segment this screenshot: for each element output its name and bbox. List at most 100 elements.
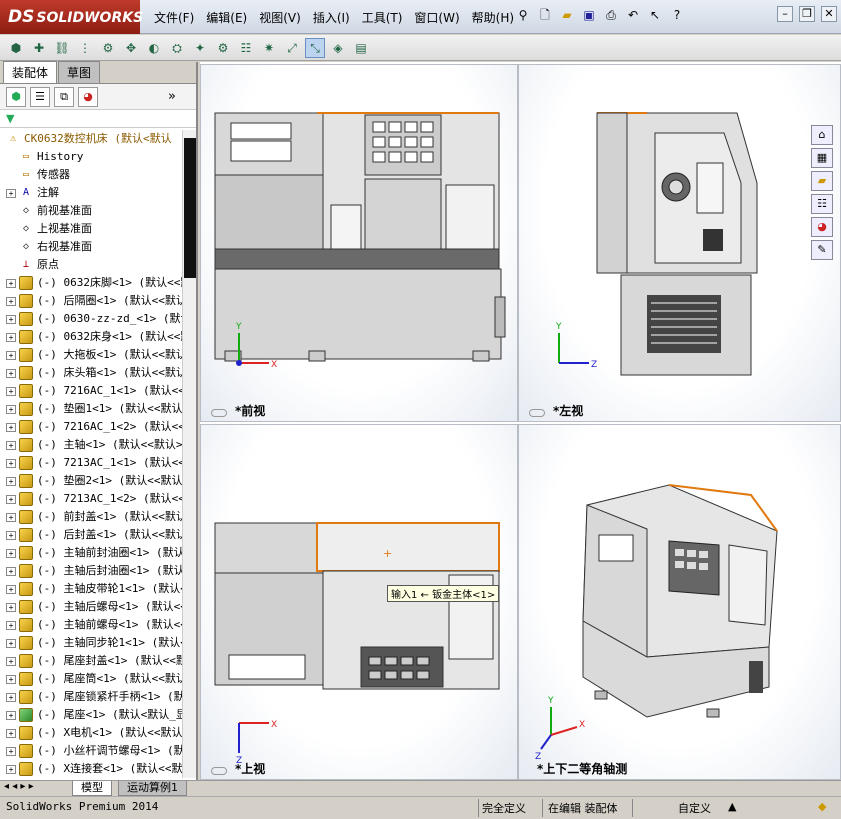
rebuild-icon[interactable]: ◆ [818,800,826,813]
graphics-area[interactable]: ⌕ ⊕ ↺ ▥ ◩ ◼ ∞ ● ⛰ ▭ ⧈ ⧉ ▁ ❐ ✕ [200,62,841,780]
expand-icon[interactable]: + [6,746,16,756]
home-icon[interactable]: ⌂ [811,125,833,145]
expand-icon[interactable]: + [6,386,16,396]
scrollbar-thumb[interactable] [184,138,196,278]
pin-icon[interactable]: ⚲ [514,6,532,24]
restore-icon[interactable]: ❐ [799,6,815,22]
display-manager-icon[interactable]: ◕ [78,86,98,107]
expand-icon[interactable]: + [6,314,16,324]
show-hidden-icon[interactable]: ◐ [144,38,164,58]
expand-icon[interactable]: + [6,530,16,540]
tree-item[interactable]: ▭ 传感器 [0,166,182,184]
explode-line-icon[interactable]: ⤢ [282,38,302,58]
tree-item[interactable]: + (-) 前封盖<1> (默认<<默认 [0,508,182,526]
expand-icon[interactable]: + [6,656,16,666]
tab-model[interactable]: 模型 [72,781,112,796]
tree-item[interactable]: + (-) 主轴后封油圈<1> (默认< [0,562,182,580]
expand-icon[interactable]: + [6,584,16,594]
tree-item[interactable]: + (-) 7216AC_1<2> (默认<< [0,418,182,436]
custom-properties-icon[interactable]: ✎ [811,240,833,260]
tree-item[interactable]: + (-) 主轴<1> (默认<<默认>_ [0,436,182,454]
expand-icon[interactable]: + [6,692,16,702]
tree-item[interactable]: + (-) 尾座<1> (默认<默认_显 [0,706,182,724]
tree-item[interactable]: ◇ 右视基准面 [0,238,182,256]
minimize-icon[interactable]: – [777,6,793,22]
tree-item[interactable]: + (-) 尾座锁紧杆手柄<1> (默认 [0,688,182,706]
feature-manager-icon[interactable]: ⬢ [6,86,26,107]
tree-item[interactable]: + (-) 主轴前封油圈<1> (默认< [0,544,182,562]
linear-pattern-icon[interactable]: ⋮ [75,38,95,58]
tree-item[interactable]: + (-) 主轴皮带轮1<1> (默认< [0,580,182,598]
menu-tools[interactable]: 工具(T) [356,9,409,26]
menu-window[interactable]: 窗口(W) [408,9,465,26]
appearances-icon[interactable]: ◕ [811,217,833,237]
tree-item[interactable]: + (-) 尾座封盖<1> (默认<<默 [0,652,182,670]
tree-item[interactable]: + (-) 0632床身<1> (默认<<默 [0,328,182,346]
tree-item[interactable]: ◇ 前视基准面 [0,202,182,220]
filter-icon[interactable]: ▼ [6,112,14,125]
status-units[interactable]: 自定义 [678,800,711,816]
tree-item[interactable]: + A 注解 [0,184,182,202]
expand-icon[interactable]: + [6,458,16,468]
tree-item[interactable]: + (-) 垫圈2<1> (默认<<默认> [0,472,182,490]
expand-icon[interactable]: + [6,764,16,774]
viewport-front[interactable]: Y X *前视 [200,64,518,422]
expand-icon[interactable]: + [6,494,16,504]
expand-icon[interactable]: + [6,404,16,414]
tab-scroll-arrows[interactable]: ◂ ◂ ▸ ▸ [4,781,34,792]
tree-scrollbar[interactable] [182,130,196,778]
menu-help[interactable]: 帮助(H) [466,9,520,26]
tree-item[interactable]: ▭ History [0,148,182,166]
instant3d-icon[interactable]: ⤡ [305,37,325,58]
tree-item[interactable]: + (-) 7213AC_1<1> (默认<<默 [0,454,182,472]
new-document-icon[interactable]: 🗋 [536,6,554,24]
expand-icon[interactable]: + [6,620,16,630]
viewport-top[interactable]: + X Z 输入1 ← 钣金主体<1> *上视 [200,424,518,780]
reference-geometry-icon[interactable]: ✦ [190,38,210,58]
tree-item[interactable]: ⊥ 原点 [0,256,182,274]
configuration-manager-icon[interactable]: ⧉ [54,86,74,107]
expand-panel-icon[interactable]: » [168,89,176,104]
view-palette-icon[interactable]: ☷ [811,194,833,214]
design-library-icon[interactable]: ▦ [811,148,833,168]
mate-icon[interactable]: ⛓ [52,38,72,58]
units-dropdown-icon[interactable]: ▲ [728,800,736,813]
help-icon[interactable]: ? [668,6,686,24]
expand-icon[interactable]: + [6,296,16,306]
expand-icon[interactable]: + [6,674,16,684]
edit-component-icon[interactable]: ⬢ [6,38,26,58]
tree-item[interactable]: + (-) X连接套<1> (默认<<默认 [0,760,182,778]
tree-item[interactable]: + (-) 7213AC_1<2> (默认<<默 [0,490,182,508]
tree-item[interactable]: + (-) 0632床脚<1> (默认<<默认 [0,274,182,292]
tree-item[interactable]: + (-) 后隔圈<1> (默认<<默认 [0,292,182,310]
file-explorer-icon[interactable]: ▰ [811,171,833,191]
tree-item[interactable]: + (-) 大拖板<1> (默认<<默认 [0,346,182,364]
expand-icon[interactable]: + [6,476,16,486]
expand-icon[interactable]: + [6,602,16,612]
expand-icon[interactable]: + [6,278,16,288]
expand-icon[interactable]: + [6,350,16,360]
expand-icon[interactable]: + [6,638,16,648]
menu-file[interactable]: 文件(F) [148,9,200,26]
select-arrow-icon[interactable]: ↖ [646,6,664,24]
large-assembly-icon[interactable]: ◈ [328,38,348,58]
tree-item[interactable]: + (-) 主轴同步轮1<1> (默认< [0,634,182,652]
expand-icon[interactable]: + [6,728,16,738]
tree-item[interactable]: + (-) 主轴后螺母<1> (默认<< [0,598,182,616]
tab-assembly[interactable]: 装配体 [3,61,58,83]
assembly-features-icon[interactable]: ⛭ [167,38,187,58]
menu-view[interactable]: 视图(V) [253,9,307,26]
expand-icon[interactable]: + [6,332,16,342]
tab-motion-study[interactable]: 运动算例1 [118,781,187,796]
move-component-icon[interactable]: ✥ [121,38,141,58]
print-icon[interactable]: ⎙ [602,6,620,24]
expand-icon[interactable]: + [6,512,16,522]
save-icon[interactable]: ▣ [580,6,598,24]
snapshot-icon[interactable]: ▤ [351,38,371,58]
tree-item[interactable]: + (-) 后封盖<1> (默认<<默认 [0,526,182,544]
viewport-left[interactable]: Y Z *左视 ⌂ ▦ ▰ ☷ ◕ ✎ [518,64,841,422]
tree-item[interactable]: + (-) 小丝杆调节螺母<1> (默 [0,742,182,760]
close-icon[interactable]: ✕ [821,6,837,22]
tree-item[interactable]: ◇ 上视基准面 [0,220,182,238]
tree-root[interactable]: ⚠ CK0632数控机床 (默认<默认 [0,130,182,148]
